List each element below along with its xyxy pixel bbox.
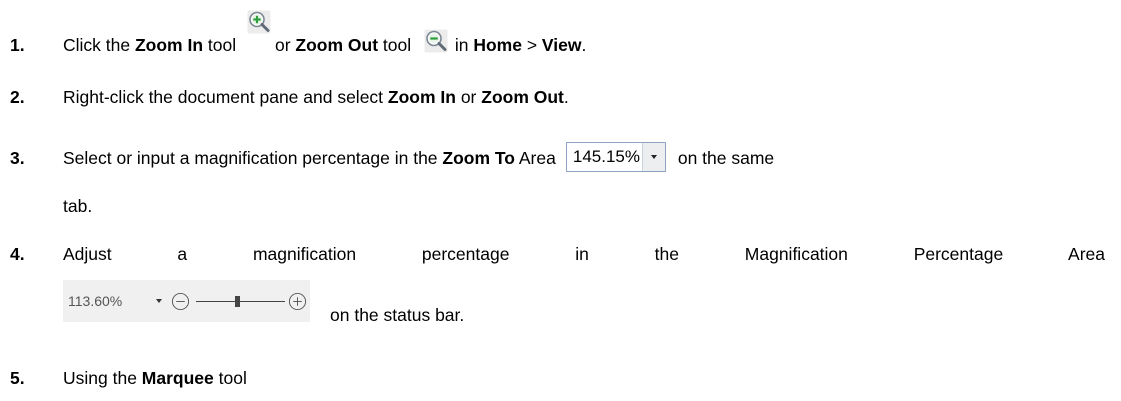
chevron-down-icon (156, 299, 162, 303)
circle-minus-icon (171, 292, 190, 311)
step-text-segment: Area (514, 148, 556, 168)
step-text-segment: tool (213, 368, 247, 388)
step-text-segment: . (563, 87, 569, 107)
step-text-segment: tab. (63, 196, 93, 216)
circle-plus-icon (288, 292, 307, 311)
step-text-segment: or (274, 35, 296, 55)
zoom-to-combobox: 145.15% (565, 142, 666, 173)
step-number: 1. (10, 35, 25, 55)
ui-term-zoom-in: Zoom In (387, 87, 456, 107)
zoom-slider-thumb (235, 296, 241, 307)
step-text-segment: > (521, 35, 542, 55)
ui-term-view: View (541, 35, 582, 55)
step-2: 2. Right-click the document pane and sele… (0, 85, 1121, 109)
step-text-segment: Click the (63, 35, 135, 55)
step-text-segment: in (449, 35, 474, 55)
step-text: Select or input a magnification percenta… (63, 142, 775, 173)
step-text-segment: Right-click the document pane and select (63, 87, 388, 107)
step-text: Right-click the document pane and select… (63, 85, 569, 109)
ui-term-zoom-out: Zoom Out (295, 35, 379, 55)
ui-term-zoom-in: Zoom In (134, 35, 204, 55)
zoom-out-icon (424, 29, 448, 53)
step-text-segment: Select or input a magnification percenta… (63, 148, 443, 168)
step-4: 4. Adjust a magnification percentage in t… (0, 242, 1121, 266)
zoom-to-value: 145.15% (572, 147, 640, 167)
step-text-segment: on the status bar. (330, 305, 465, 325)
step-number: 4. (10, 244, 25, 264)
zoom-in-icon (247, 10, 271, 34)
magnification-percentage-area: 113.60% (63, 280, 310, 322)
step-5: 5. Using the Marquee tool (0, 366, 1121, 390)
step-text: tab. (63, 194, 92, 218)
step-text: Click the Zoom In tool or Zoom Out tool … (63, 10, 587, 57)
zoom-to-dropdown-button (641, 143, 665, 172)
chevron-down-icon (650, 155, 657, 160)
step-text-segment: tool (378, 35, 416, 55)
ui-term-home: Home (473, 35, 522, 55)
ui-term-zoom-to: Zoom To (442, 148, 515, 168)
step-text: Adjust a magnification percentage in the… (63, 244, 1105, 264)
step-text-segment: Using the (63, 368, 142, 388)
step-3-continued: tab. (0, 194, 1121, 218)
ui-term-marquee: Marquee (141, 368, 214, 388)
magnification-percentage-value: 113.60% (68, 293, 123, 309)
step-number: 5. (10, 368, 25, 388)
step-text: Using the Marquee tool (63, 366, 247, 390)
step-text-segment: tool (203, 35, 241, 55)
step-text-segment: or (455, 87, 482, 107)
zoom-slider-track (196, 301, 285, 302)
step-number: 2. (10, 87, 25, 107)
step-text-segment: on the same (677, 148, 775, 168)
step-number: 3. (10, 148, 25, 168)
ui-term-zoom-out: Zoom Out (481, 87, 564, 107)
step-text-segment: . (581, 35, 587, 55)
step-1: 1. Click the Zoom In tool or Zoom Out too… (0, 10, 1121, 57)
step-3: 3. Select or input a magnification percen… (0, 142, 1121, 173)
